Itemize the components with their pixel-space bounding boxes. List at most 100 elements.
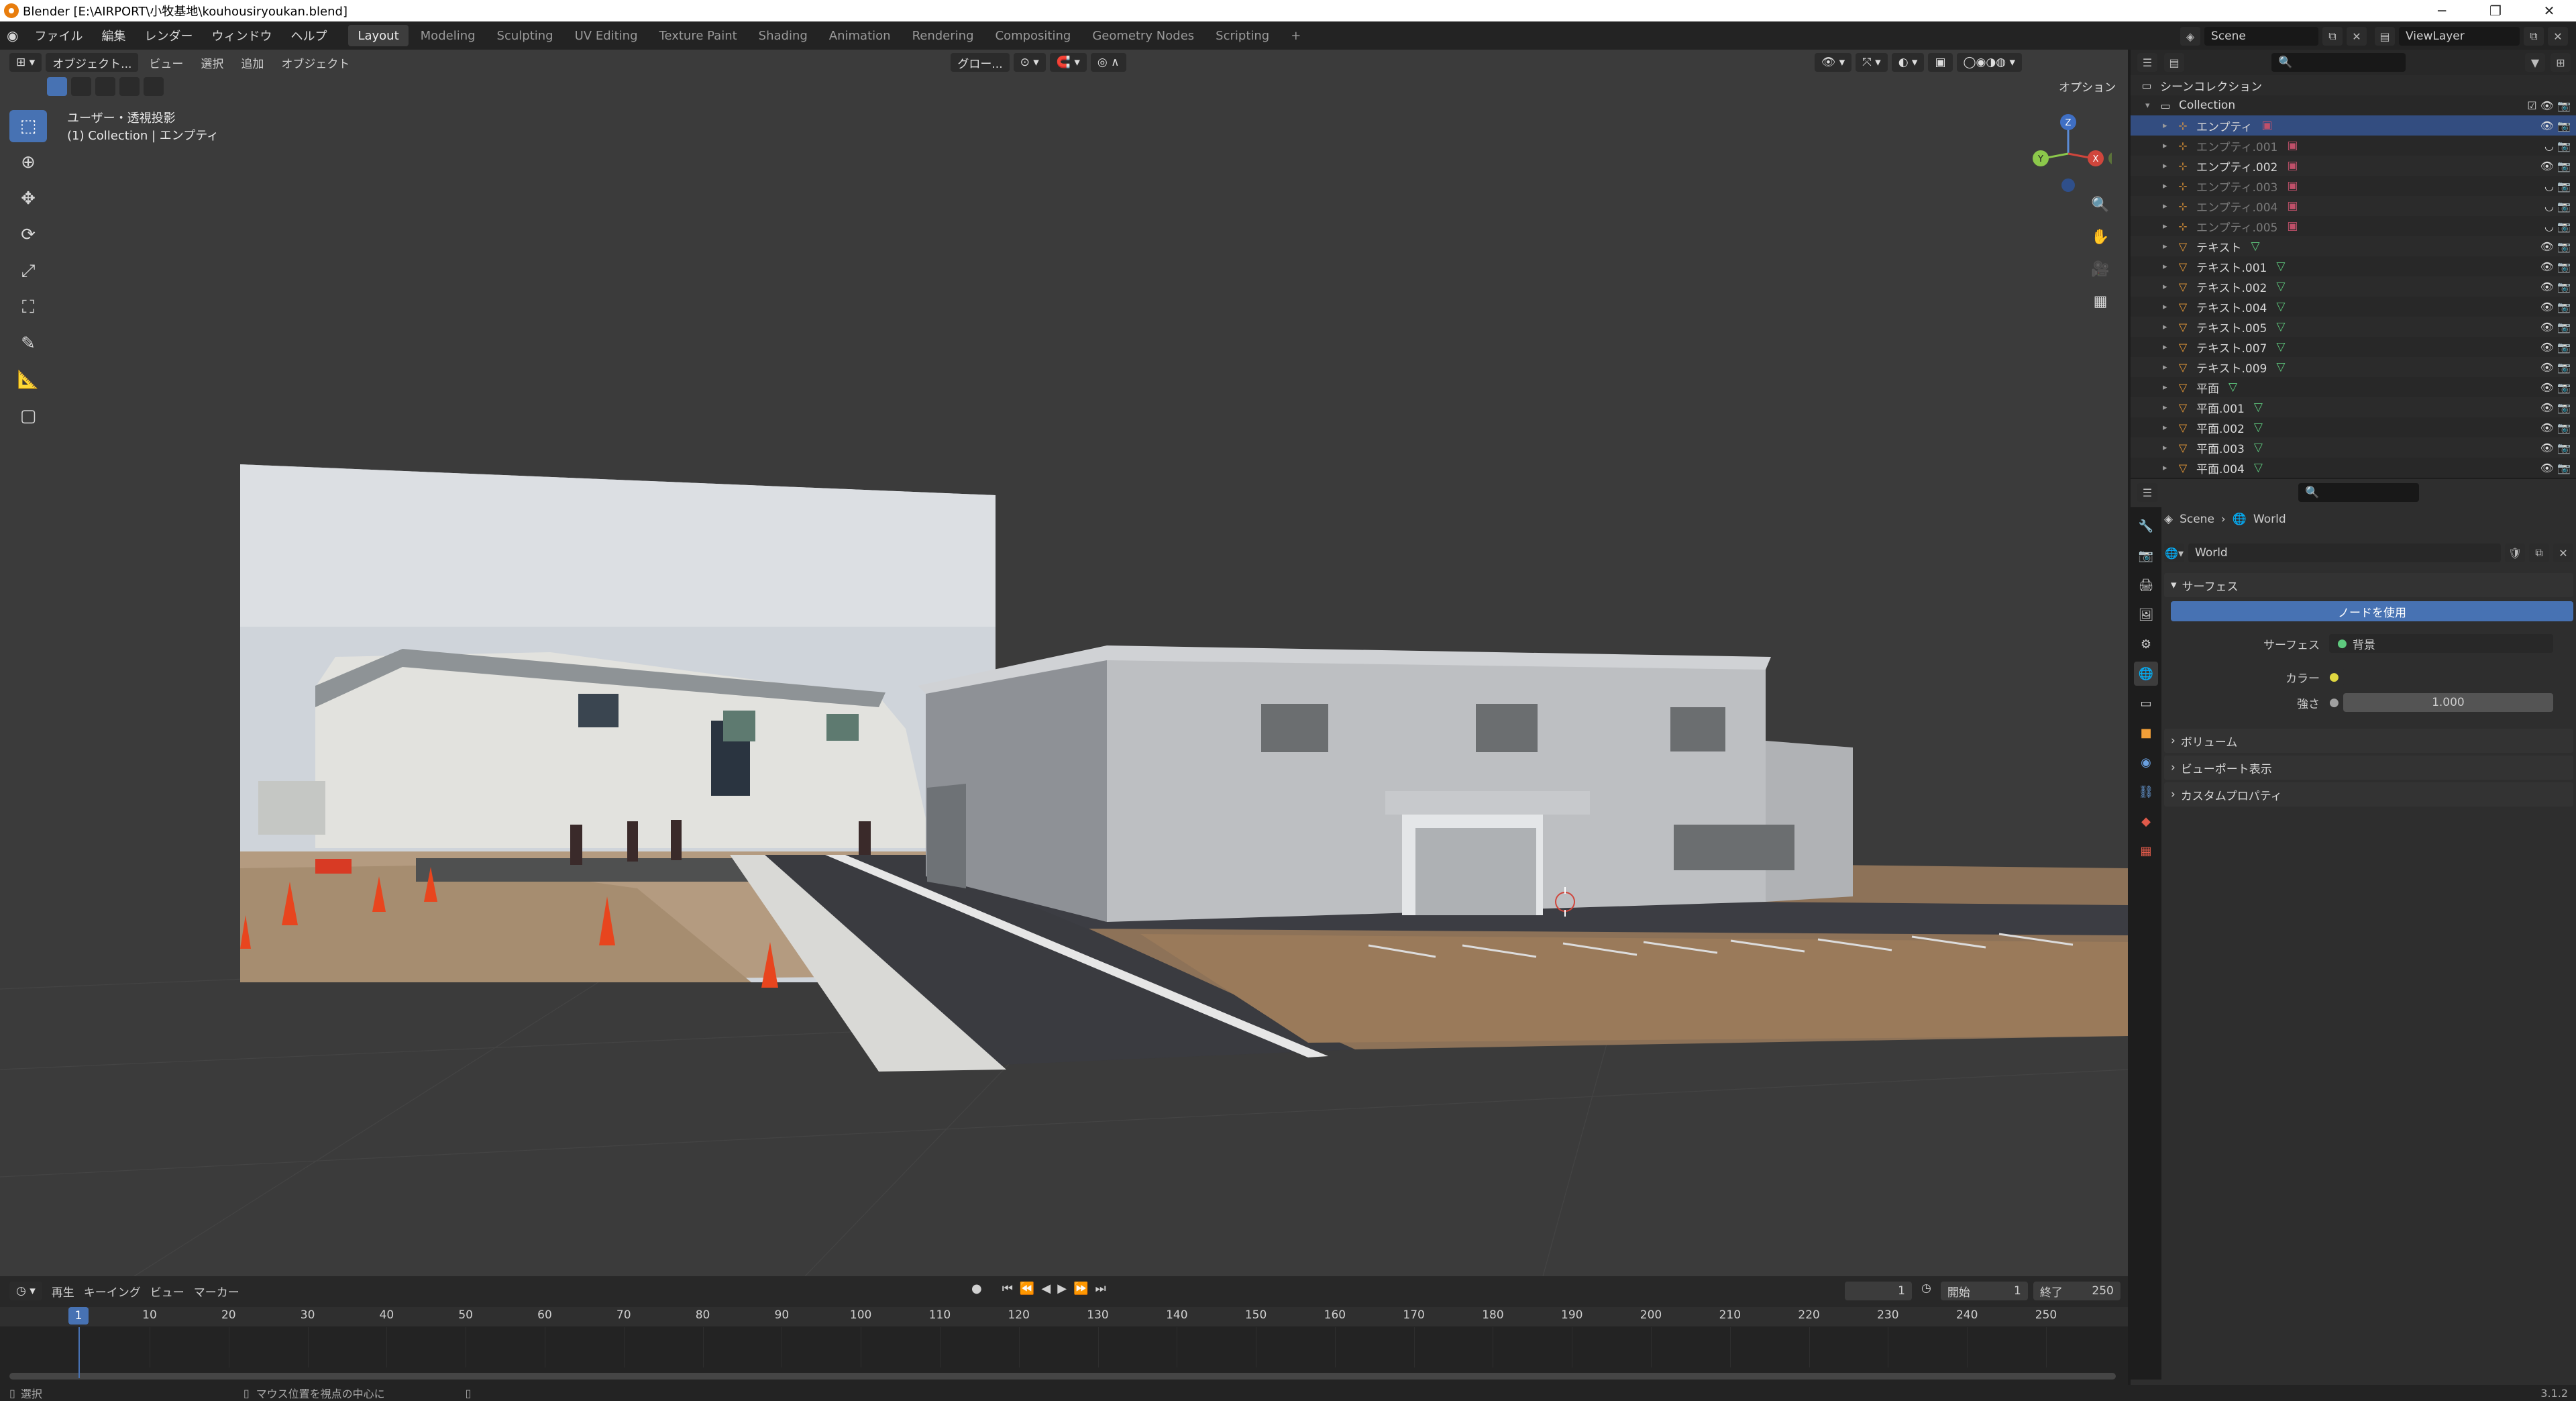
visibility-toggle-icon[interactable]: 👁 📷 bbox=[2540, 361, 2571, 374]
transform-orientation-dropdown[interactable]: グロー... bbox=[951, 53, 1010, 72]
visibility-toggle-icon[interactable]: ◡ 📷 bbox=[2544, 200, 2571, 213]
menu-render[interactable]: レンダー bbox=[135, 21, 202, 50]
breadcrumb-scene[interactable]: Scene bbox=[2180, 513, 2214, 526]
outliner-item[interactable]: ▸ ▽ テキスト.007 ▽ 👁 📷 bbox=[2131, 337, 2576, 357]
record-button-icon[interactable]: ● bbox=[971, 1282, 982, 1296]
zoom-icon[interactable]: 🔍 bbox=[2088, 192, 2113, 217]
image-data-icon[interactable]: ▣ bbox=[2287, 139, 2298, 152]
surface-shader-field[interactable]: ● 背景 bbox=[2329, 634, 2553, 653]
volume-panel-header[interactable]: › ボリューム bbox=[2164, 729, 2573, 753]
expand-arrow-icon[interactable]: ▸ bbox=[2163, 443, 2172, 453]
visibility-toggle-icon[interactable]: 👁 📷 bbox=[2540, 280, 2571, 293]
tab-compositing[interactable]: Compositing bbox=[986, 25, 1081, 46]
play-icon[interactable]: ▶ bbox=[1057, 1282, 1067, 1296]
gizmo-toggle-icon[interactable]: ⤧ ▾ bbox=[1856, 53, 1888, 72]
menu-help[interactable]: ヘルプ bbox=[281, 21, 336, 50]
maximize-button[interactable]: ❐ bbox=[2469, 0, 2522, 21]
outliner-item[interactable]: ▸ ⊹ エンプティ.002 ▣ 👁 📷 bbox=[2131, 156, 2576, 176]
end-frame-field[interactable]: 終了 250 bbox=[2033, 1282, 2121, 1300]
measure-tool-icon[interactable]: 📐 bbox=[9, 364, 47, 396]
new-collection-icon[interactable]: ⊞ bbox=[2551, 53, 2571, 72]
world-name-field[interactable]: World bbox=[2188, 543, 2501, 562]
visibility-toggle-icon[interactable]: 👁 📷 bbox=[2540, 341, 2571, 354]
viewport-display-panel-header[interactable]: › ビューポート表示 bbox=[2164, 756, 2573, 780]
world-browse-icon[interactable]: 🌐▾ bbox=[2164, 543, 2184, 562]
mesh-data-icon[interactable]: ▽ bbox=[2276, 260, 2285, 273]
cursor-tool-icon[interactable]: ⊕ bbox=[9, 146, 47, 178]
jump-start-icon[interactable]: ⏮ bbox=[1002, 1282, 1013, 1296]
collection-tab-icon[interactable]: ▭ bbox=[2134, 691, 2158, 715]
visibility-toggle-icon[interactable]: ◡ 📷 bbox=[2544, 140, 2571, 152]
output-tab-icon[interactable]: 🖨 bbox=[2134, 573, 2158, 597]
visibility-icon[interactable]: 👁 ▾ bbox=[1814, 53, 1852, 72]
xray-icon[interactable]: ▣ bbox=[1928, 53, 1953, 72]
visibility-toggle-icon[interactable]: 👁 📷 bbox=[2540, 421, 2571, 434]
menu-object[interactable]: オブジェクト bbox=[274, 54, 356, 71]
fake-user-icon[interactable]: 🛡 bbox=[2505, 543, 2525, 562]
jump-end-icon[interactable]: ⏭ bbox=[1095, 1282, 1106, 1296]
visibility-toggle-icon[interactable]: 👁 📷 bbox=[2540, 160, 2571, 172]
proportional-edit-icon[interactable]: ◎ ∧ bbox=[1090, 53, 1126, 72]
tab-animation[interactable]: Animation bbox=[820, 25, 900, 46]
outliner-item[interactable]: ▸ ▽ 平面 ▽ 👁 📷 bbox=[2131, 377, 2576, 397]
surface-panel-header[interactable]: ▾ サーフェス bbox=[2164, 573, 2573, 597]
collection-row[interactable]: ▾ ▭ Collection ☑ 👁 📷 bbox=[2131, 95, 2576, 115]
expand-arrow-icon[interactable]: ▸ bbox=[2163, 382, 2172, 393]
pan-hand-icon[interactable]: ✋ bbox=[2088, 224, 2113, 250]
outliner-item[interactable]: ▸ ⊹ エンプティ.005 ▣ ◡ 📷 bbox=[2131, 216, 2576, 236]
pivot-point-icon[interactable]: ⊙ ▾ bbox=[1013, 53, 1046, 72]
menu-playback[interactable]: 再生 bbox=[52, 1283, 74, 1300]
annotate-tool-icon[interactable]: ✎ bbox=[9, 327, 47, 360]
add-workspace-button[interactable]: + bbox=[1281, 25, 1310, 46]
view-layer-tab-icon[interactable]: 🖼 bbox=[2134, 603, 2158, 627]
tab-modeling[interactable]: Modeling bbox=[411, 25, 485, 46]
outliner-item[interactable]: ▸ ▽ 平面.001 ▽ 👁 📷 bbox=[2131, 397, 2576, 417]
outliner-item[interactable]: ▸ ▽ テキスト.004 ▽ 👁 📷 bbox=[2131, 297, 2576, 317]
tool-tab-icon[interactable]: 🔧 bbox=[2134, 514, 2158, 538]
image-data-icon[interactable]: ▣ bbox=[2287, 159, 2298, 172]
mesh-data-icon[interactable]: ▽ bbox=[2254, 441, 2263, 454]
tab-uv-editing[interactable]: UV Editing bbox=[566, 25, 647, 46]
select-mode-subtract-icon[interactable] bbox=[95, 77, 115, 96]
expand-arrow-icon[interactable]: ▸ bbox=[2163, 121, 2172, 131]
select-box-tool-icon[interactable]: ⬚ bbox=[9, 110, 47, 142]
menu-keying[interactable]: キーイング bbox=[84, 1283, 141, 1300]
new-viewlayer-icon[interactable]: ⧉ bbox=[2524, 27, 2544, 46]
tab-rendering[interactable]: Rendering bbox=[903, 25, 983, 46]
3d-viewport[interactable]: ⊞ ▾ オブジェクト... ビュー 選択 追加 オブジェクト グロー... ⊙ … bbox=[0, 50, 2128, 1276]
outliner-item[interactable]: ▸ ▽ テキスト.009 ▽ 👁 📷 bbox=[2131, 357, 2576, 377]
visibility-toggle-icon[interactable]: 👁 📷 bbox=[2540, 321, 2571, 333]
menu-edit[interactable]: 編集 bbox=[92, 21, 135, 50]
scene-icon[interactable]: ◈ bbox=[2180, 27, 2200, 46]
outliner-item[interactable]: ▸ ▽ テキスト.005 ▽ 👁 📷 bbox=[2131, 317, 2576, 337]
delete-viewlayer-icon[interactable]: ✕ bbox=[2548, 27, 2568, 46]
play-reverse-icon[interactable]: ◀ bbox=[1041, 1282, 1051, 1296]
visibility-toggle-icon[interactable]: 👁 📷 bbox=[2540, 381, 2571, 394]
tab-sculpting[interactable]: Sculpting bbox=[488, 25, 563, 46]
outliner-editor-type-icon[interactable]: ☰ bbox=[2137, 53, 2157, 72]
mesh-data-icon[interactable]: ▽ bbox=[2276, 320, 2285, 333]
outliner-item[interactable]: ▸ ⊹ エンプティ ▣ 👁 📷 bbox=[2131, 115, 2576, 136]
minimize-button[interactable]: ─ bbox=[2415, 0, 2469, 21]
physics-tab-icon[interactable]: ◉ bbox=[2134, 750, 2158, 774]
image-data-icon[interactable]: ▣ bbox=[2287, 199, 2298, 213]
blender-menu-icon[interactable]: ◉ bbox=[0, 21, 25, 50]
properties-editor-type-icon[interactable]: ☰ bbox=[2137, 483, 2157, 502]
outliner[interactable]: ☰ ▤ 🔍 ▼ ⊞ ▭ シーンコレクション ▾ ▭ Collection ☑ 👁… bbox=[2131, 50, 2576, 478]
visibility-toggle-icon[interactable]: 👁 📷 bbox=[2540, 301, 2571, 313]
duplicate-world-icon[interactable]: ⧉ bbox=[2529, 543, 2549, 562]
mesh-data-icon[interactable]: ▽ bbox=[2254, 421, 2263, 434]
outliner-item[interactable]: ▸ ⊹ エンプティ.004 ▣ ◡ 📷 bbox=[2131, 196, 2576, 216]
select-mode-extend-icon[interactable] bbox=[71, 77, 91, 96]
viewlayer-name-field[interactable]: ViewLayer bbox=[2399, 27, 2520, 46]
timeline-editor[interactable]: ◷ ▾ 再生 キーイング ビュー マーカー ● ⏮ ⏪ ◀ ▶ ⏩ ⏭ 1 ◷ … bbox=[0, 1276, 2128, 1385]
transform-tool-icon[interactable]: ⛶ bbox=[9, 291, 47, 323]
expand-arrow-icon[interactable]: ▸ bbox=[2163, 181, 2172, 191]
visibility-toggle-icon[interactable]: 👁 📷 bbox=[2540, 442, 2571, 454]
outliner-search-input[interactable]: 🔍 bbox=[2271, 53, 2406, 72]
expand-arrow-icon[interactable]: ▸ bbox=[2163, 342, 2172, 352]
visibility-toggle-icon[interactable]: 👁 📷 bbox=[2540, 260, 2571, 273]
menu-window[interactable]: ウィンドウ bbox=[202, 21, 281, 50]
outliner-item[interactable]: ▸ ▽ テキスト.001 ▽ 👁 📷 bbox=[2131, 256, 2576, 276]
filter-icon[interactable]: ▼ bbox=[2525, 53, 2545, 72]
